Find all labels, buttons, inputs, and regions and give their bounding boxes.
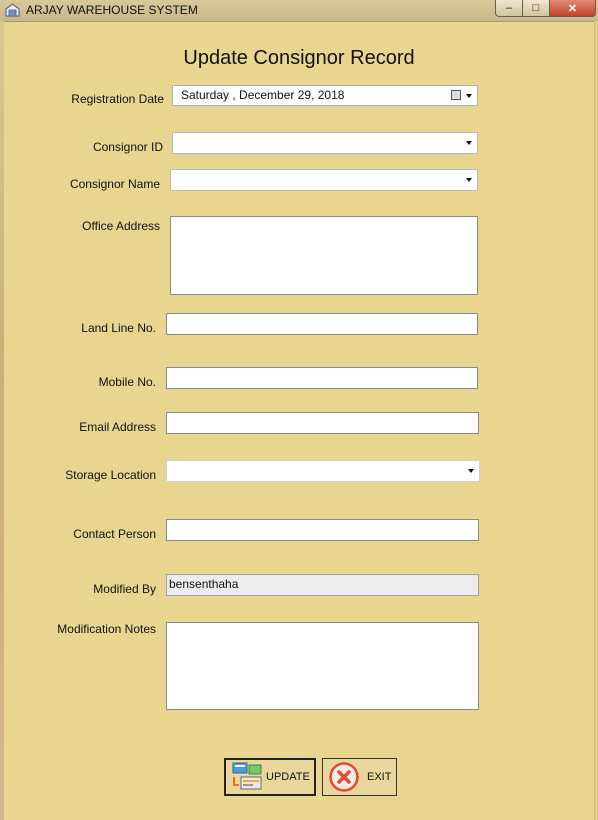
chevron-down-icon[interactable] bbox=[466, 93, 472, 98]
modified-by-value: bensenthaha bbox=[169, 577, 239, 591]
window-right-border bbox=[594, 21, 598, 820]
landline-label: Land Line No. bbox=[81, 321, 156, 335]
update-button-label: UPDATE bbox=[266, 771, 310, 783]
modification-notes-textarea[interactable] bbox=[166, 622, 479, 710]
update-records-icon bbox=[232, 762, 262, 790]
office-address-textarea[interactable] bbox=[170, 216, 478, 295]
exit-button-label: EXIT bbox=[367, 771, 392, 783]
exit-x-icon bbox=[329, 762, 359, 792]
calendar-icon[interactable] bbox=[451, 90, 461, 100]
chevron-down-icon[interactable] bbox=[466, 141, 472, 145]
maximize-icon: □ bbox=[532, 2, 540, 14]
minimize-button[interactable]: – bbox=[495, 0, 523, 17]
consignor-id-combo[interactable] bbox=[172, 132, 478, 154]
mobile-input[interactable] bbox=[166, 367, 478, 389]
warehouse-icon bbox=[5, 3, 20, 17]
mobile-label: Mobile No. bbox=[98, 375, 156, 389]
window-title: ARJAY WAREHOUSE SYSTEM bbox=[26, 3, 198, 17]
landline-input[interactable] bbox=[166, 313, 478, 335]
close-button[interactable]: ✕ bbox=[549, 0, 596, 17]
chevron-down-icon[interactable] bbox=[468, 469, 474, 473]
storage-location-combo[interactable] bbox=[166, 460, 480, 482]
window-titlebar: ARJAY WAREHOUSE SYSTEM – □ ✕ bbox=[0, 0, 598, 22]
exit-button[interactable]: EXIT bbox=[322, 758, 397, 796]
contact-person-input[interactable] bbox=[166, 519, 479, 541]
consignor-name-combo[interactable] bbox=[170, 169, 478, 191]
maximize-button[interactable]: □ bbox=[522, 0, 550, 17]
update-button[interactable]: UPDATE bbox=[224, 758, 316, 796]
registration-date-picker[interactable]: Saturday , December 29, 2018 bbox=[172, 85, 478, 106]
chevron-down-icon[interactable] bbox=[466, 178, 472, 182]
minimize-icon: – bbox=[505, 2, 513, 14]
registration-date-label: Registration Date bbox=[71, 92, 164, 106]
email-label: Email Address bbox=[79, 420, 156, 434]
close-icon: ✕ bbox=[567, 2, 578, 15]
modified-by-field: bensenthaha bbox=[166, 574, 479, 596]
modified-by-label: Modified By bbox=[93, 582, 156, 596]
page-title: Update Consignor Record bbox=[183, 47, 415, 69]
contact-person-label: Contact Person bbox=[73, 527, 156, 541]
registration-date-value: Saturday , December 29, 2018 bbox=[181, 88, 345, 102]
modification-notes-label: Modification Notes bbox=[57, 622, 156, 636]
storage-location-label: Storage Location bbox=[65, 468, 156, 482]
consignor-id-label: Consignor ID bbox=[92, 140, 163, 154]
office-address-label: Office Address bbox=[82, 219, 160, 233]
window-left-border bbox=[0, 21, 4, 820]
consignor-name-label: Consignor Name bbox=[69, 177, 160, 191]
email-input[interactable] bbox=[166, 412, 479, 434]
